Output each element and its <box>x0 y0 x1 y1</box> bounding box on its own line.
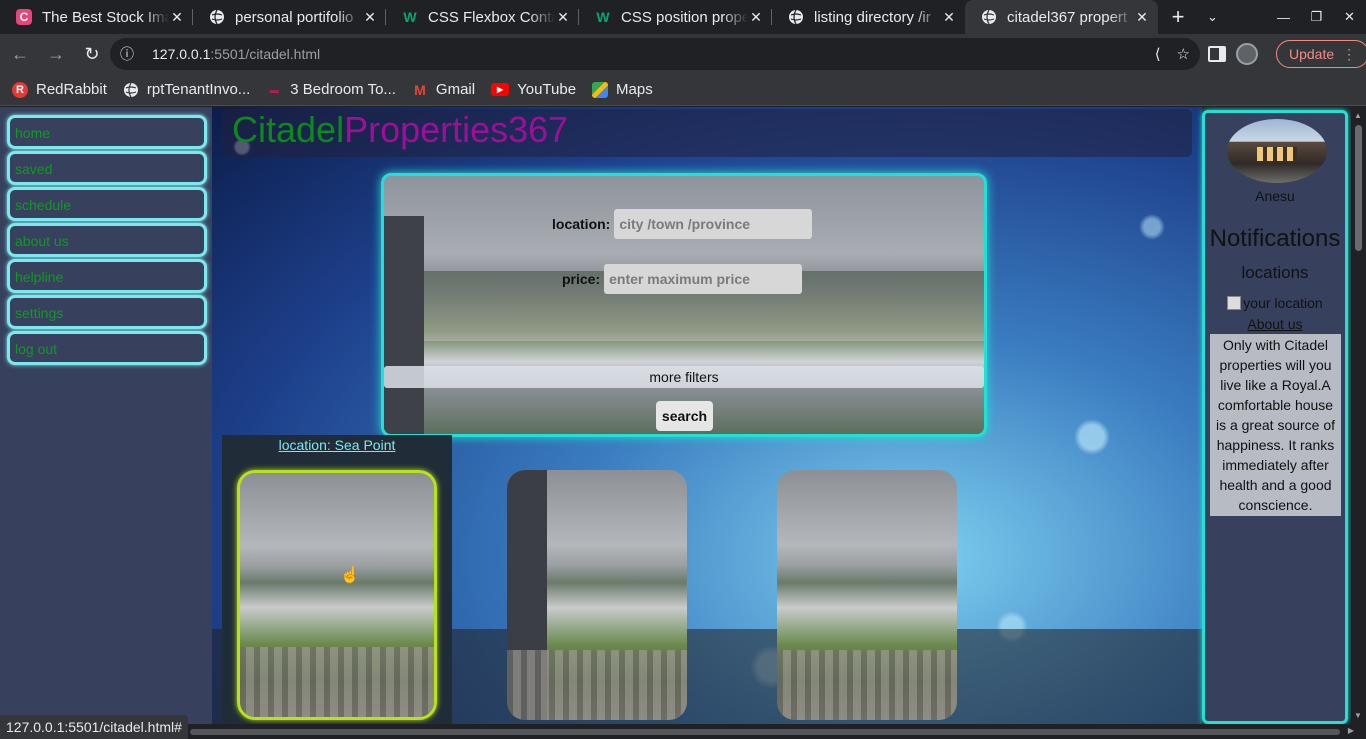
sidebar: home saved schedule about us helpline se… <box>0 107 212 724</box>
w3schools-icon: W <box>403 9 417 25</box>
property-photo[interactable] <box>237 470 437 720</box>
new-tab-button[interactable]: + <box>1158 0 1198 34</box>
window-controls: ⌄ — ❐ ✕ <box>1196 0 1366 34</box>
share-icon[interactable]: ⟨ <box>1155 45 1161 63</box>
price-row: price: <box>562 264 803 294</box>
sidebar-item-home[interactable]: home <box>7 115 207 149</box>
globe-icon <box>209 9 225 25</box>
bookmark-item[interactable]: Maps <box>592 81 653 98</box>
about-us-link[interactable]: About us <box>1205 316 1345 332</box>
gmail-icon: M <box>414 81 426 98</box>
reload-icon[interactable]: ↻ <box>76 38 108 70</box>
forward-icon[interactable]: → <box>40 38 72 70</box>
browser-tab[interactable]: W CSS position prope ✕ <box>579 0 772 34</box>
minimize-icon[interactable]: — <box>1267 0 1300 34</box>
redrabbit-icon: R <box>12 81 28 98</box>
user-name: Anesu <box>1255 188 1295 204</box>
scroll-thumb[interactable] <box>190 729 1340 735</box>
location-image: your location <box>1205 295 1345 311</box>
globe-icon <box>123 82 139 98</box>
price-input[interactable] <box>604 264 803 294</box>
bookmark-item[interactable]: ▶ YouTube <box>491 81 576 98</box>
right-panel: Anesu Notifications locations your locat… <box>1202 110 1348 724</box>
search-panel: location: price: more filters search <box>381 173 987 437</box>
broken-image-icon <box>1227 296 1242 310</box>
more-filters-button[interactable]: more filters <box>384 366 984 388</box>
close-tab-icon[interactable]: ✕ <box>169 9 185 26</box>
locations-heading: locations <box>1241 263 1309 282</box>
update-button[interactable]: Update ⋮ <box>1276 40 1366 68</box>
side-panel-icon[interactable] <box>1208 46 1226 62</box>
about-text: Only with Citadel properties will you li… <box>1210 334 1341 516</box>
browser-tab-active[interactable]: citadel367 propert ✕ <box>965 0 1158 34</box>
property-icon: ▬ <box>269 84 279 95</box>
profile-avatar-icon[interactable] <box>1236 43 1258 65</box>
menu-icon[interactable]: ⋮ <box>1342 46 1356 63</box>
hand-cursor-icon: ☝ <box>340 567 360 584</box>
tab-title: listing directory /ir <box>814 8 931 26</box>
scroll-up-icon[interactable]: ▲ <box>1354 111 1362 120</box>
status-url: 127.0.0.1:5501/citadel.html# <box>0 715 188 739</box>
sidebar-item-saved[interactable]: saved <box>7 151 207 185</box>
sidebar-item-log-out[interactable]: log out <box>7 331 207 365</box>
close-window-icon[interactable]: ✕ <box>1333 0 1366 34</box>
location-input[interactable] <box>614 209 813 239</box>
property-photo[interactable] <box>777 470 957 720</box>
page-viewport: home saved schedule about us helpline se… <box>0 107 1351 724</box>
close-tab-icon[interactable]: ✕ <box>1134 9 1150 26</box>
search-button[interactable]: search <box>656 401 713 431</box>
browser-tab[interactable]: C The Best Stock Ima ✕ <box>0 0 193 34</box>
bookmark-item[interactable]: M Gmail <box>412 81 475 98</box>
location-label: location: <box>552 216 611 232</box>
notifications-heading: Notifications <box>1209 225 1341 252</box>
site-info-icon[interactable]: ⓘ <box>120 44 142 64</box>
tab-title: personal portifolio <box>235 8 354 26</box>
w3schools-icon: W <box>596 9 610 25</box>
tab-title: CSS Flexbox Conta <box>428 8 555 26</box>
scroll-thumb[interactable] <box>1355 125 1362 251</box>
close-tab-icon[interactable]: ✕ <box>748 9 764 26</box>
tab-title: The Best Stock Ima <box>42 8 169 26</box>
bookmark-item[interactable]: rptTenantInvo... <box>123 81 250 98</box>
tab-title: CSS position prope <box>621 8 748 26</box>
browser-tab[interactable]: W CSS Flexbox Conta ✕ <box>386 0 579 34</box>
maps-icon <box>592 81 609 98</box>
bookmark-star-icon[interactable]: ☆ <box>1177 45 1190 63</box>
browser-tab[interactable]: personal portifolio ✕ <box>193 0 386 34</box>
scroll-down-icon[interactable]: ▼ <box>1354 711 1362 720</box>
vertical-scrollbar[interactable]: ▲ ▼ <box>1351 107 1366 724</box>
url-text: 127.0.0.1:5501/citadel.html <box>152 46 321 62</box>
close-tab-icon[interactable]: ✕ <box>362 9 378 26</box>
browser-toolbar: ← → ↻ ⓘ 127.0.0.1:5501/citadel.html ⟨ ☆ … <box>0 34 1366 74</box>
property-photo[interactable] <box>507 470 687 720</box>
sidebar-item-about-us[interactable]: about us <box>7 223 207 257</box>
scroll-right-icon[interactable]: ▶ <box>1348 726 1354 735</box>
back-icon[interactable]: ← <box>4 38 36 70</box>
canva-icon: C <box>16 9 32 25</box>
tab-strip: C The Best Stock Ima ✕ personal portifol… <box>0 0 1366 34</box>
location-row: location: <box>552 209 813 239</box>
sidebar-item-settings[interactable]: settings <box>7 295 207 329</box>
user-avatar[interactable] <box>1227 119 1327 183</box>
tab-title: citadel367 propert <box>1007 8 1128 26</box>
globe-icon <box>981 9 997 25</box>
bookmarks-bar: R RedRabbit rptTenantInvo... ▬ 3 Bedroom T… <box>0 74 1366 106</box>
location-link[interactable]: location: Sea Point <box>222 437 452 453</box>
browser-tab[interactable]: listing directory /ir ✕ <box>772 0 965 34</box>
close-tab-icon[interactable]: ✕ <box>941 9 957 26</box>
tab-search-icon[interactable]: ⌄ <box>1196 0 1229 34</box>
price-label: price: <box>562 271 601 287</box>
sidebar-item-helpline[interactable]: helpline <box>7 259 207 293</box>
globe-icon <box>788 9 804 25</box>
youtube-icon: ▶ <box>491 83 510 96</box>
horizontal-scrollbar[interactable]: ▶ <box>0 724 1366 739</box>
maximize-icon[interactable]: ❐ <box>1300 0 1333 34</box>
bookmark-item[interactable]: R RedRabbit <box>12 81 107 98</box>
sidebar-item-schedule[interactable]: schedule <box>7 187 207 221</box>
address-bar[interactable]: ⓘ 127.0.0.1:5501/citadel.html ⟨ ☆ <box>110 38 1200 70</box>
bookmark-item[interactable]: ▬ 3 Bedroom To... <box>266 81 396 98</box>
site-logo-text: CitadelProperties367 <box>232 109 569 150</box>
close-tab-icon[interactable]: ✕ <box>555 9 571 26</box>
